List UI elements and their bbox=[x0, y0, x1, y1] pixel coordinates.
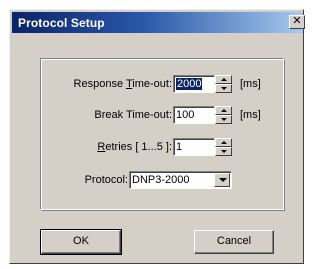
title-bar[interactable]: Protocol Setup ✕ bbox=[12, 12, 305, 33]
close-icon: ✕ bbox=[292, 15, 302, 27]
retries-input[interactable]: 1 bbox=[173, 138, 215, 156]
spin-down-arrow-icon bbox=[221, 87, 227, 90]
protocol-select[interactable]: DNP3-2000 bbox=[129, 171, 232, 189]
break-timeout-label: Break Time-out: bbox=[94, 109, 172, 121]
dropdown-arrow-icon bbox=[219, 178, 227, 182]
window-title: Protocol Setup bbox=[18, 16, 105, 30]
response-timeout-value: 2000 bbox=[176, 78, 203, 90]
response-timeout-up-button[interactable] bbox=[215, 75, 232, 84]
break-timeout-unit: [ms] bbox=[240, 109, 261, 121]
response-timeout-spinner[interactable] bbox=[215, 75, 232, 93]
spin-up-arrow-icon bbox=[221, 78, 227, 81]
response-timeout-input[interactable]: 2000 bbox=[173, 75, 215, 93]
retries-up-button[interactable] bbox=[215, 138, 232, 147]
protocol-dropdown-button[interactable] bbox=[214, 173, 230, 187]
retries-label: Retries [ 1...5 ]: bbox=[97, 141, 172, 153]
response-timeout-label: Response Time-out: bbox=[73, 78, 172, 90]
protocol-value: DNP3-2000 bbox=[132, 174, 190, 186]
retries-down-button[interactable] bbox=[215, 147, 232, 156]
close-button[interactable]: ✕ bbox=[289, 15, 305, 29]
protocol-label: Protocol: bbox=[84, 174, 128, 186]
spin-down-arrow-icon bbox=[221, 118, 227, 121]
break-timeout-down-button[interactable] bbox=[215, 115, 232, 124]
spin-up-arrow-icon bbox=[221, 141, 227, 144]
ok-button[interactable]: OK bbox=[40, 229, 122, 255]
spin-up-arrow-icon bbox=[221, 109, 227, 112]
cancel-button[interactable]: Cancel bbox=[194, 230, 274, 254]
break-timeout-input[interactable]: 100 bbox=[173, 106, 215, 124]
retries-spinner[interactable] bbox=[215, 138, 232, 156]
response-timeout-unit: [ms] bbox=[240, 78, 261, 90]
break-timeout-value: 100 bbox=[176, 109, 195, 121]
response-timeout-down-button[interactable] bbox=[215, 84, 232, 93]
break-timeout-spinner[interactable] bbox=[215, 106, 232, 124]
protocol-setup-dialog: Protocol Setup ✕ Response Time-out: 2000… bbox=[9, 9, 305, 264]
break-timeout-up-button[interactable] bbox=[215, 106, 232, 115]
retries-value: 1 bbox=[176, 141, 183, 153]
spin-down-arrow-icon bbox=[221, 150, 227, 153]
